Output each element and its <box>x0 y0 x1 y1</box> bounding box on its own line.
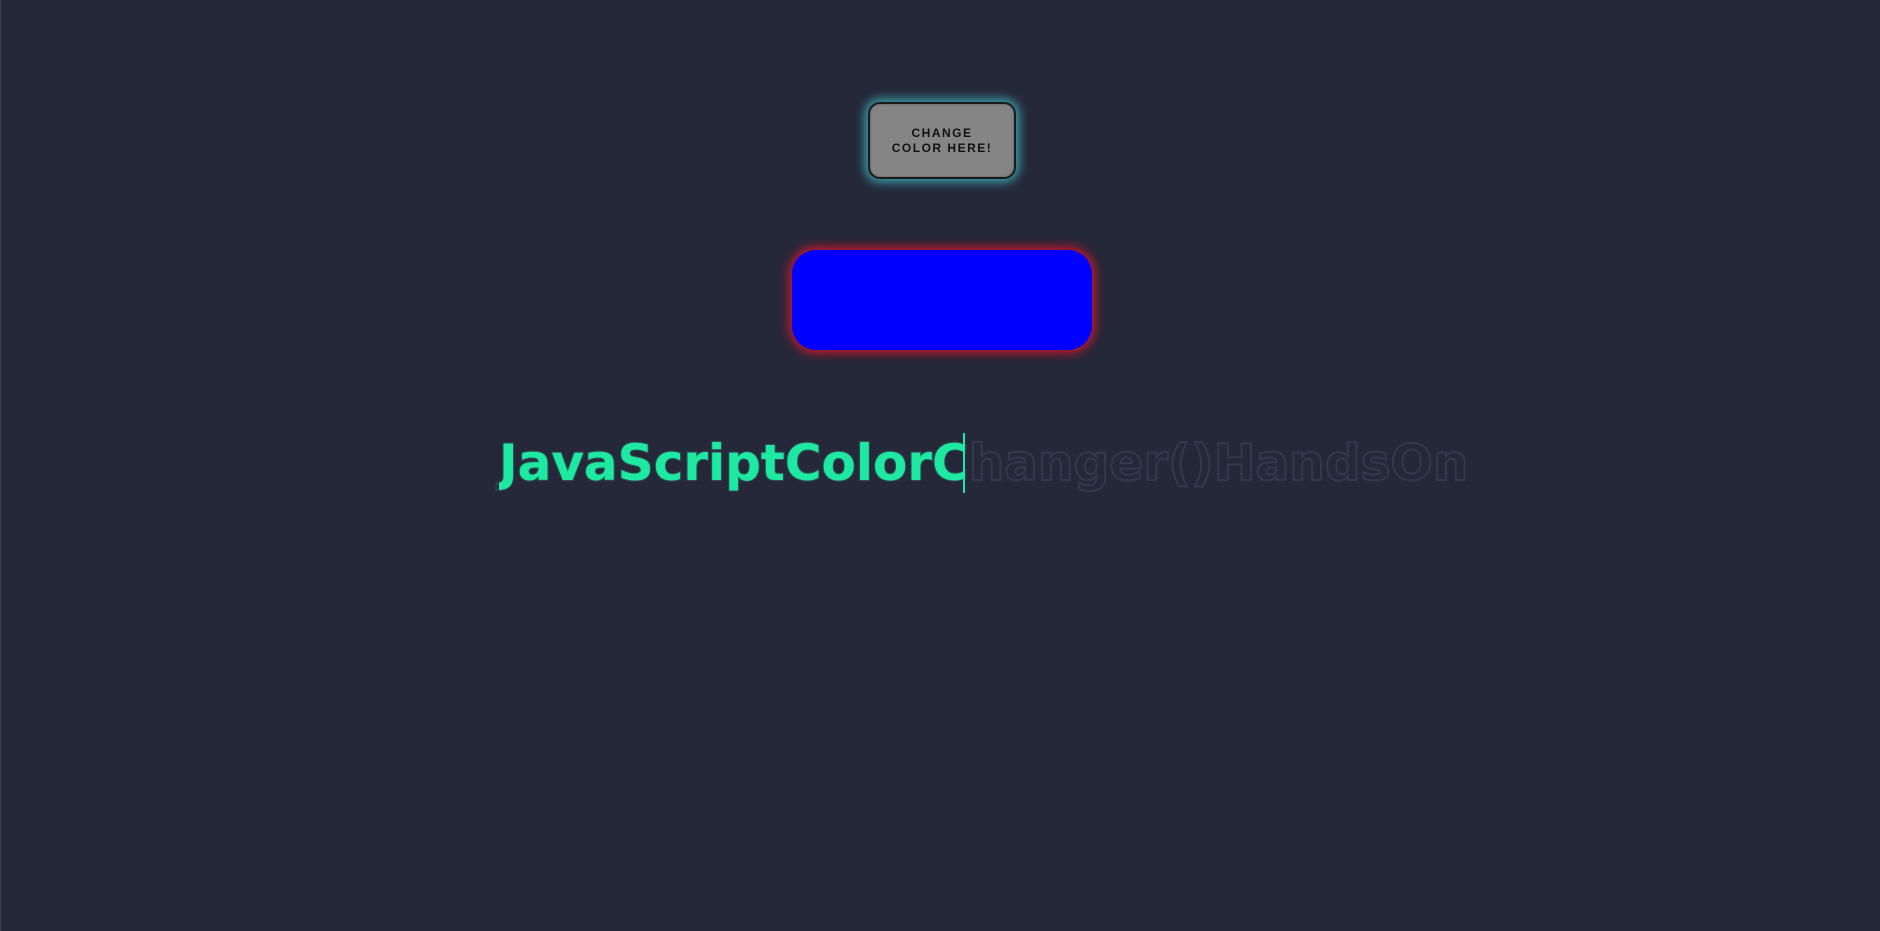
change-color-button[interactable]: Change color here! <box>868 102 1016 179</box>
page: Change color here! JavaScriptColorChange… <box>0 0 1880 931</box>
color-display-box <box>792 250 1092 350</box>
headline-typed-text: JavaScriptColorChanger()HandsOn <box>499 433 965 493</box>
